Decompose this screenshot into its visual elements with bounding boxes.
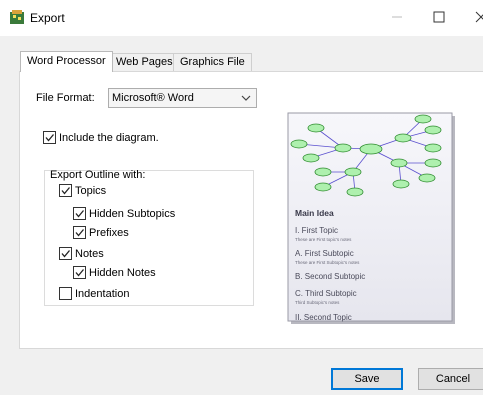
word-processor-panel: File Format: Microsoft® Word Include the… <box>19 71 483 349</box>
preview-item-title: C. Third Subtopic <box>295 289 357 298</box>
close-icon[interactable] <box>467 6 483 28</box>
chevron-down-icon <box>241 95 251 101</box>
checkmark-icon <box>61 187 70 195</box>
preview-item-title: II. Second Topic <box>295 313 352 322</box>
notes-checkbox[interactable] <box>59 247 72 260</box>
checkmark-icon <box>45 134 54 142</box>
checkmark-icon <box>75 210 84 218</box>
file-format-select[interactable]: Microsoft® Word <box>108 88 257 108</box>
file-format-label: File Format: <box>36 92 95 104</box>
file-format-value: Microsoft® Word <box>112 92 194 104</box>
notes-label: Notes <box>75 248 104 260</box>
preview-item-title: B. Second Subtopic <box>295 272 365 281</box>
hidden-subtopics-label: Hidden Subtopics <box>89 208 176 220</box>
preview-document: Main Idea I. First Topic These are First… <box>287 112 455 324</box>
minimize-icon[interactable] <box>384 6 410 28</box>
hidden-subtopics-checkbox[interactable] <box>73 207 86 220</box>
preview-item-note: Third Subtopic's notes <box>295 300 340 305</box>
checkmark-icon <box>75 229 84 237</box>
preview-item-note: These are First Subtopic's notes <box>295 260 360 265</box>
window-title: Export <box>30 11 65 25</box>
maximize-icon[interactable] <box>426 6 452 28</box>
tab-graphics-file[interactable]: Graphics File <box>173 53 252 71</box>
include-diagram-checkbox[interactable] <box>43 131 56 144</box>
indentation-checkbox[interactable] <box>59 287 72 300</box>
include-diagram-label: Include the diagram. <box>59 132 159 144</box>
prefixes-checkbox[interactable] <box>73 226 86 239</box>
preview-item-title: I. First Topic <box>295 226 338 235</box>
hidden-notes-checkbox[interactable] <box>73 266 86 279</box>
export-preview: Main Idea I. First Topic These are First… <box>281 106 464 336</box>
export-outline-label: Export Outline with: <box>50 169 146 181</box>
title-bar: Export <box>0 0 483 36</box>
tab-word-processor[interactable]: Word Processor <box>20 51 113 72</box>
topics-checkbox[interactable] <box>59 184 72 197</box>
preview-heading: Main Idea <box>295 208 334 218</box>
mindmap-app-icon <box>10 10 24 24</box>
topics-label: Topics <box>75 185 107 197</box>
tab-web-pages[interactable]: Web Pages <box>109 53 180 71</box>
preview-item-title: A. First Subtopic <box>295 249 354 258</box>
preview-item-note: These are First topic's notes <box>295 237 352 242</box>
checkmark-icon <box>75 269 84 277</box>
cancel-button[interactable]: Cancel <box>418 368 483 390</box>
save-button[interactable]: Save <box>331 368 403 390</box>
indentation-label: Indentation <box>75 288 130 300</box>
checkmark-icon <box>61 250 70 258</box>
hidden-notes-label: Hidden Notes <box>89 267 156 279</box>
prefixes-label: Prefixes <box>89 227 129 239</box>
